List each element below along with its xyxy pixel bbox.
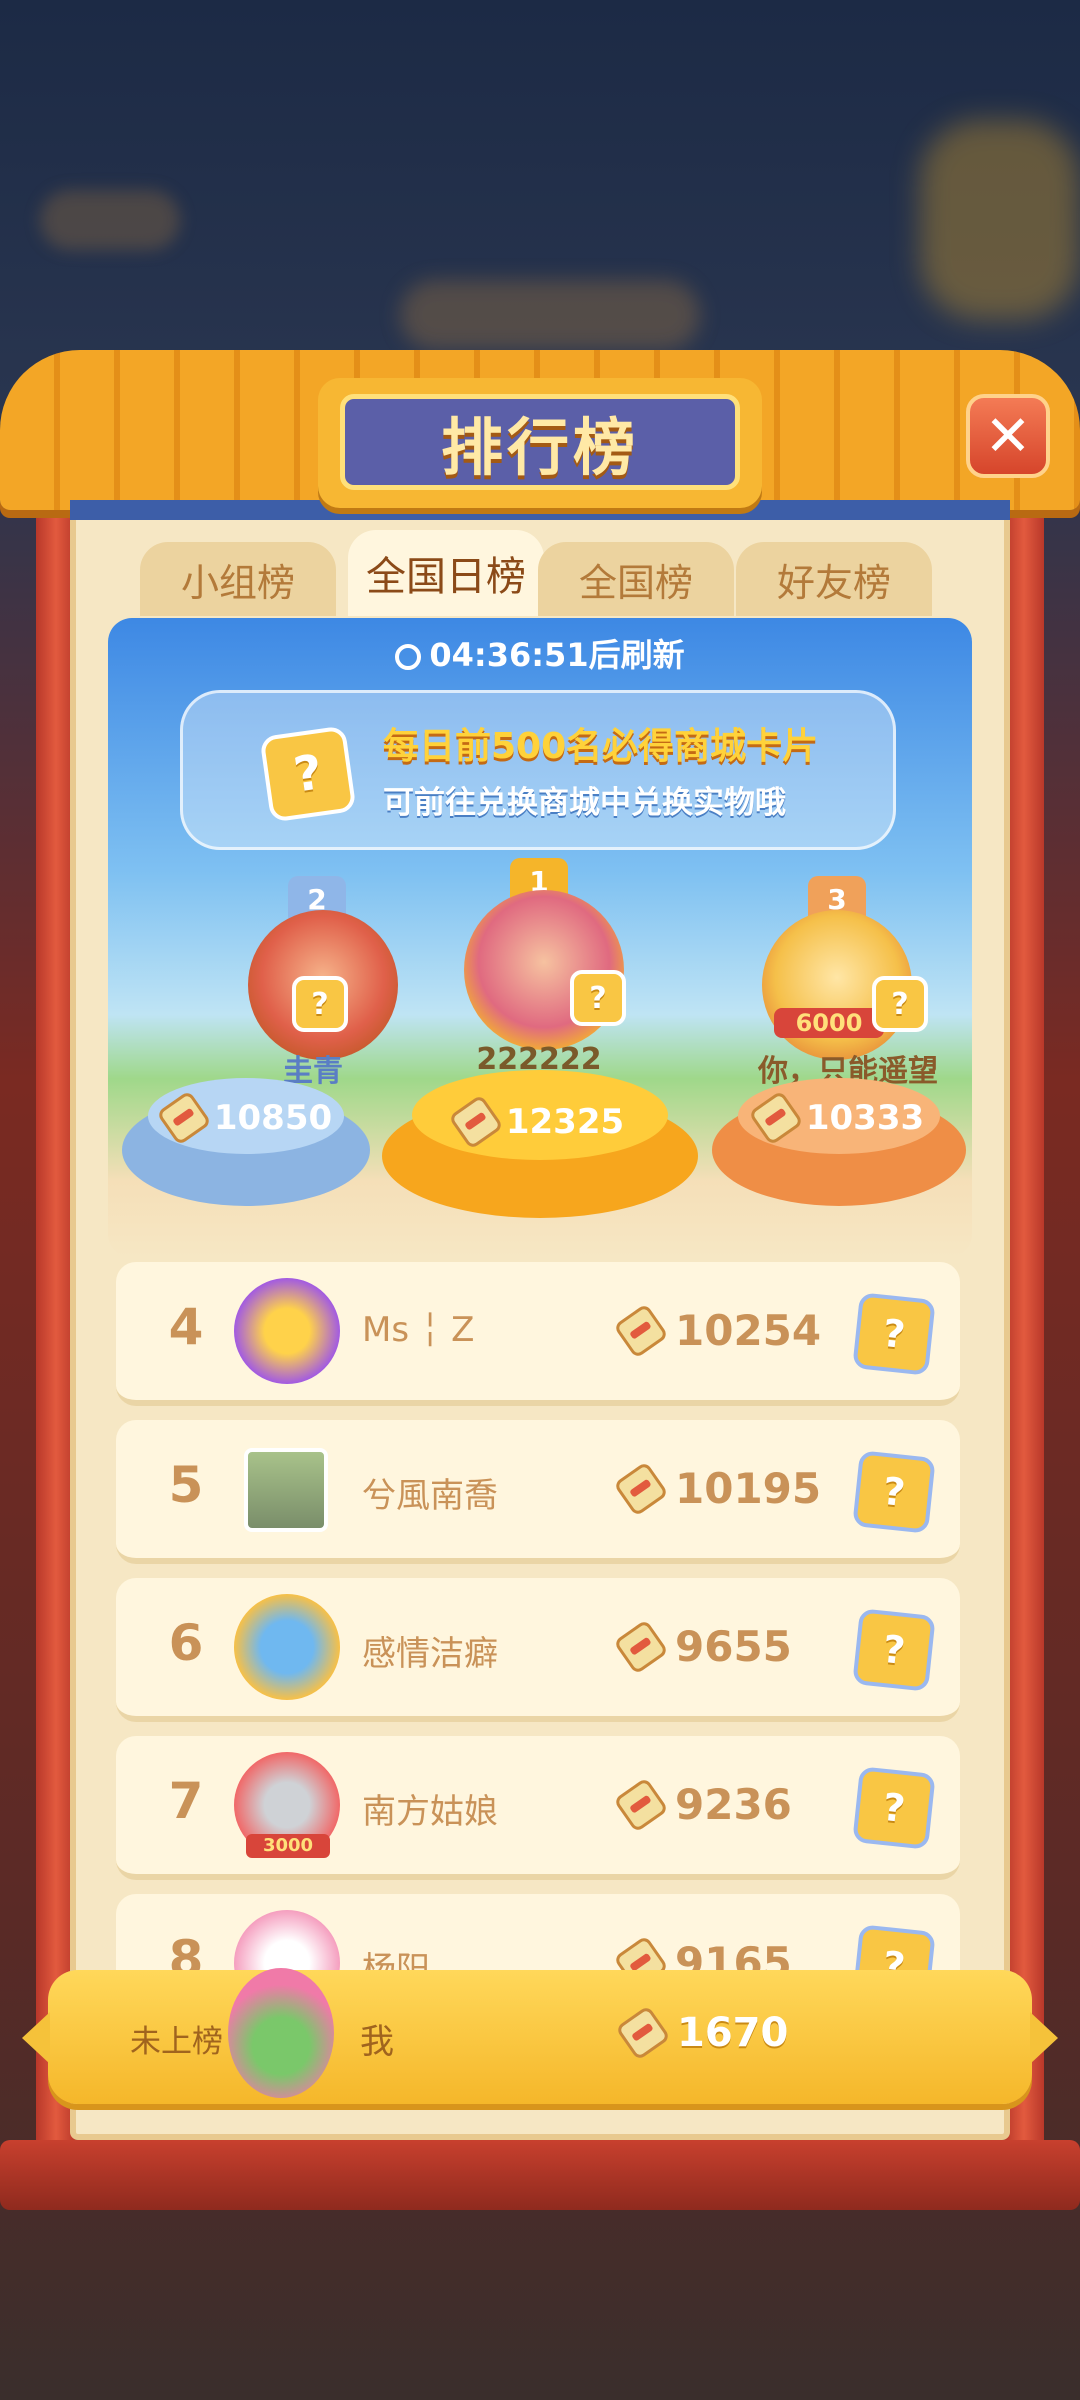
coin-icon xyxy=(613,1618,669,1675)
list-item[interactable]: 6 感情洁癖 9655 ? xyxy=(116,1578,960,1722)
card-icon[interactable]: ? xyxy=(852,1292,936,1376)
coin-icon xyxy=(613,1776,669,1833)
user-name: 感情洁癖 xyxy=(362,1634,498,1674)
list-item-partial: 8 杨阳 9165 ? xyxy=(116,1890,960,1970)
coin-icon xyxy=(613,1934,669,1970)
card-icon[interactable]: ? xyxy=(852,1608,936,1692)
frame-base xyxy=(0,2140,1080,2210)
tab-group[interactable]: 小组榜 xyxy=(140,542,336,616)
tab-national[interactable]: 全国榜 xyxy=(538,542,734,616)
avatar[interactable] xyxy=(234,1594,340,1700)
close-icon: ✕ xyxy=(984,403,1032,469)
close-button[interactable]: ✕ xyxy=(966,394,1050,478)
rank-2-score: 10850 xyxy=(138,1090,358,1146)
my-name: 我 xyxy=(360,2022,394,2062)
rank-1-card-icon: ? xyxy=(570,970,626,1026)
user-name: Ms ╎ Z xyxy=(362,1310,475,1350)
user-name: 杨阳 xyxy=(362,1950,430,1970)
my-rank-status: 未上榜 xyxy=(130,2024,223,2060)
title-plate: 排行榜 xyxy=(318,378,762,508)
tab-bar: 小组榜 全国日榜 全国榜 好友榜 xyxy=(140,530,940,616)
coin-icon xyxy=(447,1094,504,1150)
right-pillar xyxy=(1004,480,1044,2160)
score: 9655 xyxy=(613,1618,792,1675)
my-avatar[interactable] xyxy=(228,1968,334,2098)
rank-number: 6 xyxy=(168,1614,204,1672)
card-icon: ? xyxy=(259,725,357,823)
avatar[interactable] xyxy=(244,1448,328,1532)
list-item[interactable]: 5 兮風南喬 10195 ? xyxy=(116,1420,960,1564)
rank-number: 7 xyxy=(168,1772,204,1830)
score: 10254 xyxy=(613,1302,821,1359)
avatar[interactable] xyxy=(234,1910,340,1970)
avatar-badge: 3000 xyxy=(246,1834,330,1858)
rank-number: 8 xyxy=(168,1930,204,1970)
score: 9165 xyxy=(613,1934,792,1970)
coin-icon xyxy=(615,2005,671,2061)
card-icon[interactable]: ? xyxy=(852,1450,936,1534)
rank-number: 4 xyxy=(168,1298,204,1356)
page-title: 排行榜 xyxy=(440,411,639,484)
notice-line-2: 可前往兑换商城中兑换实物哦 xyxy=(383,785,786,821)
reward-notice: ? 每日前500名必得商城卡片 可前往兑换商城中兑换实物哦 xyxy=(180,690,896,850)
list-item[interactable]: 8 杨阳 9165 ? xyxy=(116,1894,960,1970)
rank-3-badge: 6000 xyxy=(774,1008,884,1038)
coin-icon xyxy=(613,1302,669,1359)
coin-icon xyxy=(155,1090,212,1146)
coin-icon xyxy=(613,1460,669,1517)
my-score: 1670 xyxy=(615,2005,788,2061)
notice-line-1: 每日前500名必得商城卡片 xyxy=(383,726,819,767)
avatar[interactable] xyxy=(234,1278,340,1384)
rank-2-card-icon: ? xyxy=(292,976,348,1032)
card-icon[interactable]: ? xyxy=(852,1924,936,1970)
list-item[interactable]: 4 Ms ╎ Z 10254 ? xyxy=(116,1262,960,1406)
refresh-timer: 04:36:51后刷新 xyxy=(108,630,972,676)
my-rank-bar[interactable]: 未上榜 我 1670 xyxy=(22,1968,1058,2104)
rank-number: 5 xyxy=(168,1456,204,1514)
tab-national-daily[interactable]: 全国日榜 xyxy=(348,530,544,616)
card-icon[interactable]: ? xyxy=(852,1766,936,1850)
user-name: 兮風南喬 xyxy=(362,1476,498,1516)
score: 9236 xyxy=(613,1776,792,1833)
coin-icon xyxy=(747,1090,804,1146)
list-item[interactable]: 7 3000 南方姑娘 9236 ? xyxy=(116,1736,960,1880)
user-name: 南方姑娘 xyxy=(362,1792,498,1832)
rank-1-score: 12325 xyxy=(418,1094,662,1150)
rank-3-card-icon: ? xyxy=(872,976,928,1032)
tab-friends[interactable]: 好友榜 xyxy=(736,542,932,616)
score: 10195 xyxy=(613,1460,821,1517)
clock-icon xyxy=(395,644,422,670)
top-banner: 04:36:51后刷新 ? 每日前500名必得商城卡片 可前往兑换商城中兑换实物… xyxy=(108,618,972,1258)
rank-3-score: 10333 xyxy=(728,1090,952,1146)
